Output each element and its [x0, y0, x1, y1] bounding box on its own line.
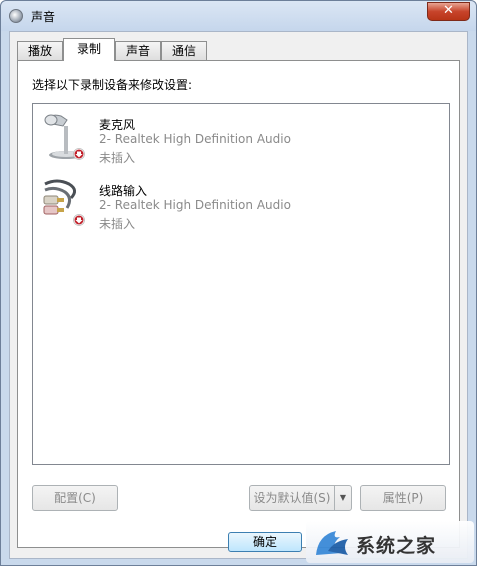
instruction-text: 选择以下录制设备来修改设置: — [32, 78, 193, 92]
recording-panel: 选择以下录制设备来修改设置: 麦克风 2- Realtek High Defin… — [17, 60, 460, 548]
tab-sounds[interactable]: 声音 — [115, 41, 161, 60]
watermark-text: 系统之家 — [356, 535, 437, 557]
set-default-label: 设为默认值(S) — [253, 491, 331, 505]
sound-dialog: 声音 ✕ 播放 录制 声音 通信 选择以下录制设备来修改设置: 麦克风 2- R… — [0, 0, 477, 566]
speaker-icon — [9, 9, 23, 23]
title-bar[interactable]: 声音 ✕ — [1, 1, 476, 31]
tab-communications[interactable]: 通信 — [161, 41, 207, 60]
device-item-line-in[interactable]: 线路输入 2- Realtek High Definition Audio 未插… — [41, 176, 441, 234]
set-default-button[interactable]: 设为默认值(S) ▼ — [249, 485, 352, 511]
chevron-down-icon[interactable]: ▼ — [334, 486, 351, 510]
device-name: 麦克风 — [99, 118, 136, 132]
dialog-body: 播放 录制 声音 通信 选择以下录制设备来修改设置: 麦克风 2- Realte… — [9, 31, 468, 559]
device-description: 2- Realtek High Definition Audio — [99, 132, 291, 146]
configure-button[interactable]: 配置(C) — [32, 485, 118, 511]
tab-playback[interactable]: 播放 — [17, 41, 63, 60]
device-status: 未插入 — [99, 217, 136, 231]
device-list[interactable]: 麦克风 2- Realtek High Definition Audio 未插入 — [32, 103, 450, 465]
device-name: 线路输入 — [99, 184, 148, 198]
device-status: 未插入 — [99, 151, 136, 165]
microphone-icon — [44, 114, 85, 160]
site-logo-icon — [316, 531, 348, 555]
window-title: 声音 — [31, 10, 56, 24]
watermark: 系统之家 — [306, 521, 474, 563]
close-button[interactable]: ✕ — [427, 2, 470, 21]
device-item-microphone[interactable]: 麦克风 2- Realtek High Definition Audio 未插入 — [41, 110, 441, 168]
properties-button[interactable]: 属性(P) — [360, 485, 446, 511]
ok-button[interactable]: 确定 — [228, 532, 302, 552]
tab-recording[interactable]: 录制 — [63, 38, 115, 61]
line-in-cable-icon — [43, 179, 85, 226]
device-description: 2- Realtek High Definition Audio — [99, 198, 291, 212]
